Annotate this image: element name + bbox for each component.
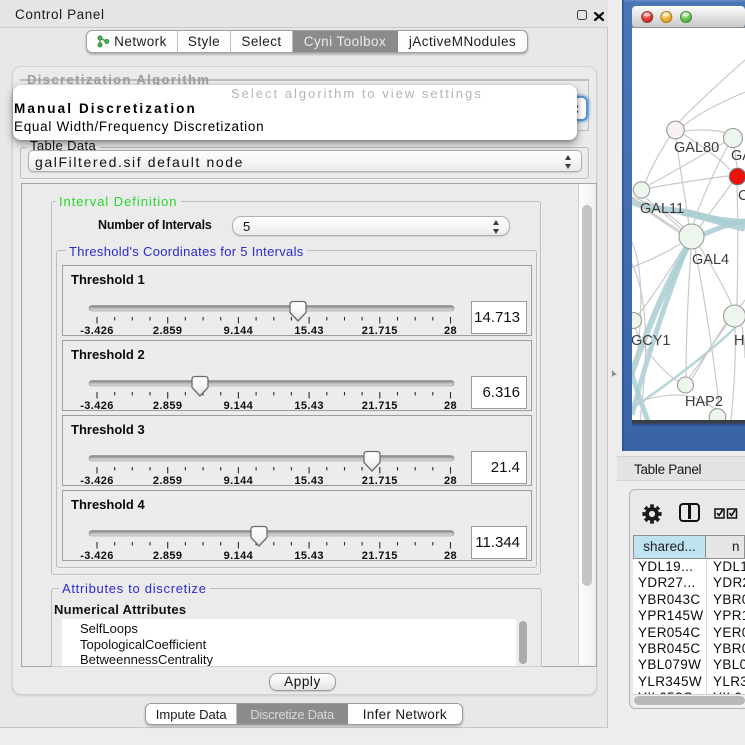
svg-text:9.144: 9.144	[224, 550, 254, 560]
svg-text:21.715: 21.715	[362, 550, 398, 560]
svg-text:28: 28	[444, 475, 457, 485]
svg-text:15.43: 15.43	[294, 550, 324, 560]
svg-text:21.715: 21.715	[362, 475, 398, 485]
svg-text:-3.426: -3.426	[80, 400, 114, 410]
svg-text:9.144: 9.144	[224, 400, 254, 410]
svg-text:-3.426: -3.426	[80, 325, 114, 335]
svg-text:GAL4: GAL4	[692, 252, 729, 268]
svg-text:-3.426: -3.426	[80, 550, 114, 560]
svg-text:GAL80: GAL80	[674, 140, 719, 156]
svg-text:9.144: 9.144	[224, 325, 254, 335]
svg-text:28: 28	[444, 325, 457, 335]
svg-text:2.859: 2.859	[153, 475, 183, 485]
svg-text:28: 28	[444, 550, 457, 560]
svg-text:GA: GA	[731, 148, 745, 164]
svg-text:15.43: 15.43	[294, 325, 324, 335]
svg-text:28: 28	[444, 400, 457, 410]
svg-text:GCY1: GCY1	[631, 333, 671, 349]
svg-text:15.43: 15.43	[294, 400, 324, 410]
svg-text:9.144: 9.144	[224, 475, 254, 485]
svg-text:C: C	[738, 188, 745, 204]
svg-text:2.859: 2.859	[153, 325, 183, 335]
svg-text:H: H	[734, 333, 744, 349]
svg-text:HAP2: HAP2	[685, 394, 723, 410]
svg-text:2.859: 2.859	[153, 550, 183, 560]
svg-text:15.43: 15.43	[294, 475, 324, 485]
svg-text:21.715: 21.715	[362, 400, 398, 410]
svg-text:-3.426: -3.426	[80, 475, 114, 485]
svg-text:2.859: 2.859	[153, 400, 183, 410]
svg-text:GAL11: GAL11	[640, 201, 684, 217]
svg-text:21.715: 21.715	[362, 325, 398, 335]
